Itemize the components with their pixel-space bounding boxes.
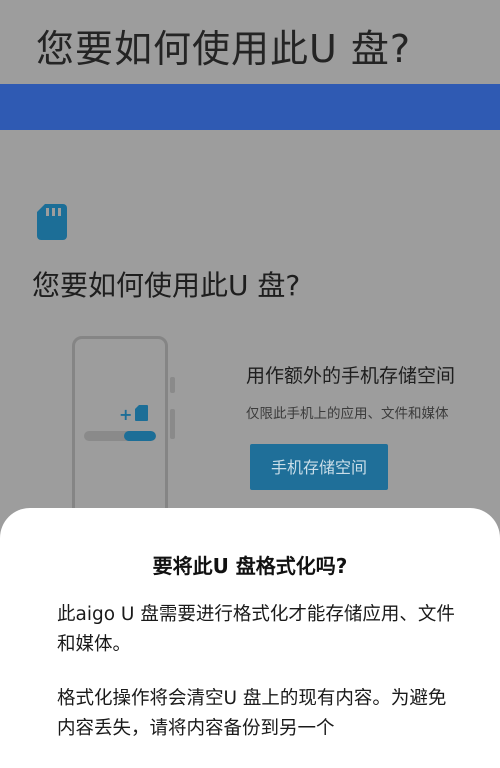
storage-bar-fill	[123, 431, 156, 441]
format-dialog-sheet: 要将此U 盘格式化吗? 此aigo U 盘需要进行格式化才能存储应用、文件和媒体…	[0, 508, 500, 768]
option-title: 用作额外的手机存储空间	[246, 365, 456, 387]
option-description: 仅限此手机上的应用、文件和媒体	[246, 406, 449, 422]
page-title: 您要如何使用此U 盘?	[36, 27, 412, 71]
section-title: 您要如何使用此U 盘?	[32, 269, 301, 302]
storage-bar	[84, 431, 156, 441]
phone-side-button	[170, 377, 175, 393]
phone-side-button	[170, 409, 175, 439]
dialog-paragraph-1: 此aigo U 盘需要进行格式化才能存储应用、文件和媒体。	[57, 604, 455, 655]
dialog-title: 要将此U 盘格式化吗?	[152, 554, 348, 578]
dialog-paragraph-2: 格式化操作将会清空U 盘上的现有内容。为避免内容丢失，请将内容备份到另一个	[57, 688, 447, 739]
phone-illustration: +	[72, 336, 175, 536]
sd-card-icon	[37, 204, 67, 240]
mini-sd-card-icon	[135, 405, 148, 421]
plus-icon: +	[119, 405, 133, 424]
phone-storage-button[interactable]: 手机存储空间	[250, 444, 388, 490]
app-bar	[0, 84, 500, 130]
